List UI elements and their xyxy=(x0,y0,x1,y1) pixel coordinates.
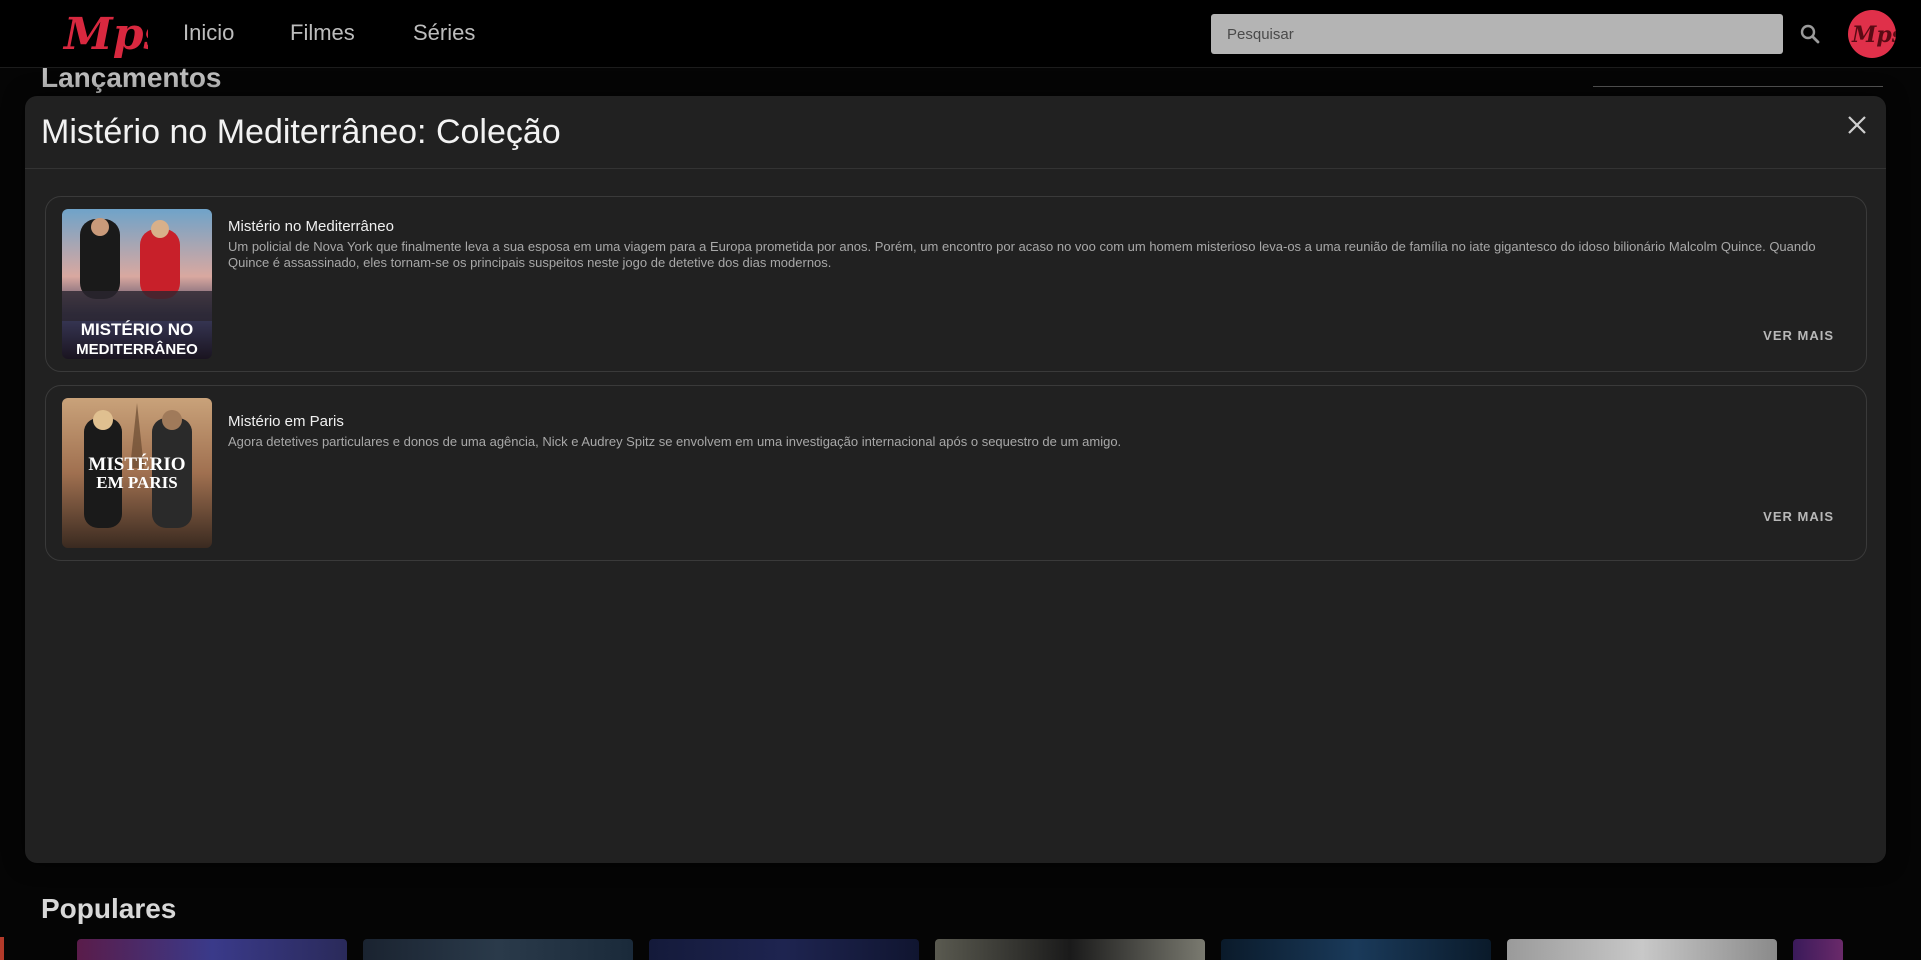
poster-title-line1: MISTÉRIO NO xyxy=(81,320,193,339)
ver-mais-button[interactable]: VER MAIS xyxy=(1763,328,1834,343)
poster-title-line2: EM PARIS xyxy=(96,473,177,492)
popular-poster[interactable] xyxy=(1507,939,1777,960)
section-title-popular: Populares xyxy=(41,893,177,924)
movie-overview: Um policial de Nova York que finalmente … xyxy=(228,239,1816,270)
collection-modal: Mistério no Mediterrâneo: Coleção MISTÉR… xyxy=(25,96,1886,863)
close-icon[interactable] xyxy=(1845,113,1869,137)
collection-item: MISTÉRIO EM PARIS Mistério em Paris Agor… xyxy=(45,385,1867,561)
nav-link-inicio[interactable]: Inicio xyxy=(183,20,234,46)
movie-overview: Agora detetives particulares e donos de … xyxy=(228,434,1122,449)
nav-link-filmes[interactable]: Filmes xyxy=(290,20,355,46)
nav-link-series[interactable]: Séries xyxy=(413,20,475,46)
movie-poster[interactable]: MISTÉRIO NO MEDITERRÂNEO xyxy=(62,209,212,359)
popular-poster[interactable] xyxy=(1793,939,1843,960)
popular-poster[interactable] xyxy=(1221,939,1491,960)
poster-title-line1: MISTÉRIO xyxy=(88,453,185,475)
poster-title-line2: MEDITERRÂNEO xyxy=(76,340,198,358)
search-icon[interactable] xyxy=(1798,22,1822,46)
popular-poster[interactable] xyxy=(935,939,1205,960)
search-input[interactable] xyxy=(1211,14,1783,54)
ver-mais-button[interactable]: VER MAIS xyxy=(1763,509,1834,524)
movie-title: Mistério em Paris xyxy=(228,413,344,430)
search-box xyxy=(1211,14,1783,54)
app-logo[interactable]: Mps xyxy=(62,3,148,65)
popular-poster[interactable] xyxy=(649,939,919,960)
popular-posters-row xyxy=(0,939,1921,960)
movie-title: Mistério no Mediterrâneo xyxy=(228,218,394,235)
top-navbar: Mps Inicio Filmes Séries Mps xyxy=(0,0,1921,68)
user-avatar[interactable]: Mps xyxy=(1848,10,1896,58)
collection-item: MISTÉRIO NO MEDITERRÂNEO Mistério no Med… xyxy=(45,196,1867,372)
logo-text: Mps xyxy=(62,9,148,60)
modal-header: Mistério no Mediterrâneo: Coleção xyxy=(25,96,1886,169)
popular-poster[interactable] xyxy=(363,939,633,960)
popular-poster[interactable] xyxy=(77,939,347,960)
avatar-text: Mps xyxy=(1851,22,1896,48)
modal-title: Mistério no Mediterrâneo: Coleção xyxy=(41,113,561,151)
movie-poster[interactable]: MISTÉRIO EM PARIS xyxy=(62,398,212,548)
